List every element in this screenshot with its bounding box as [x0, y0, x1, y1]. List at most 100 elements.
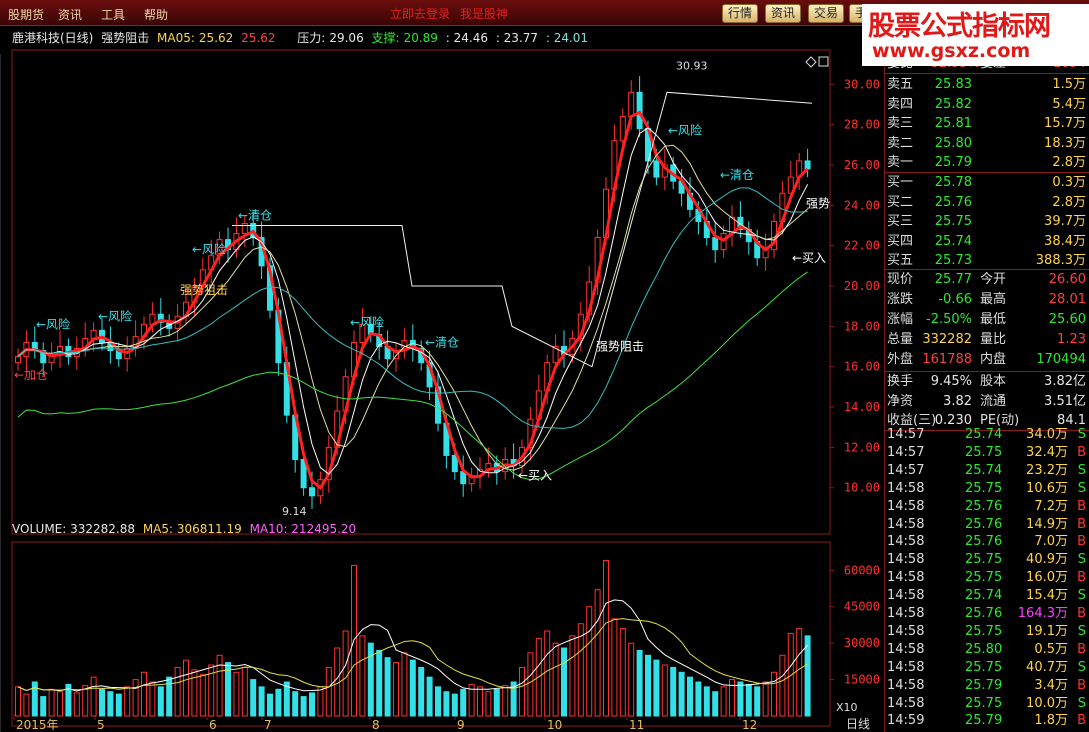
trade-volume: 14.9万 — [1026, 516, 1068, 532]
tab-trade[interactable]: 交易 — [808, 4, 845, 23]
volume-bar — [258, 686, 265, 717]
volume-bar — [359, 635, 366, 717]
volume-bar — [687, 676, 693, 717]
trade-row[interactable]: 14:59 25.79 1.8万 B — [885, 712, 1089, 730]
annotation-strong: 强势 — [806, 196, 830, 210]
volume-bar — [628, 642, 635, 717]
fundamental-label: 流通 — [980, 393, 1007, 409]
ask-level-row: 卖五 25.83 1.5万 — [885, 75, 1089, 94]
annotation-risk: ←风险 — [668, 123, 702, 138]
trade-price: 25.75 — [965, 659, 1003, 675]
ma05-value: 25.62 — [198, 31, 234, 45]
stat-label: 总量 — [887, 332, 914, 347]
price-tick-label: 28.00 — [844, 118, 880, 132]
line-value-4: : 23.77 — [495, 31, 539, 45]
fundamental-label: 净资 — [887, 393, 914, 409]
volume-bar — [527, 652, 534, 717]
stat-value: 28.01 — [1048, 292, 1086, 307]
fundamental-row: 净资 3.82 流通 3.51亿 — [885, 392, 1089, 411]
volume-bar — [586, 606, 593, 717]
volume-bar — [199, 674, 206, 717]
kline-chart[interactable]: 30.00 28.00 26.00 24.00 22.00 20.00 18.00 16.00… — [0, 26, 884, 732]
volume-bar — [645, 654, 651, 717]
stat-value: 1.23 — [1057, 332, 1086, 347]
menu-help[interactable]: 帮助 — [144, 6, 168, 23]
trade-row[interactable]: 14:58 25.76 164.3万 B — [885, 605, 1089, 623]
volume-bar — [409, 659, 416, 717]
volume-bar — [745, 683, 752, 717]
stock-god-link[interactable]: 我是股神 — [460, 5, 508, 22]
stock-name: 鹿港科技(日线) — [12, 31, 94, 45]
trade-time: 14:58 — [887, 552, 925, 568]
trade-row[interactable]: 14:58 25.76 7.0万 B — [885, 533, 1089, 551]
trade-volume: 32.4万 — [1026, 444, 1068, 460]
volume-bar — [115, 693, 122, 717]
price-tick-label: 22.00 — [844, 239, 880, 253]
trade-price: 25.80 — [965, 641, 1003, 657]
trade-flag: S — [1077, 695, 1086, 711]
volume-bar — [603, 560, 609, 717]
trade-flag: S — [1077, 552, 1086, 568]
bid-price: 25.76 — [934, 194, 972, 210]
x-tick-label: 6 — [209, 718, 217, 732]
stat-value: 170494 — [1036, 352, 1086, 367]
trade-flag: B — [1077, 516, 1086, 532]
trade-row[interactable]: 14:58 25.75 16.0万 B — [885, 569, 1089, 587]
volume-bar — [107, 691, 114, 717]
volume-bar — [804, 635, 811, 717]
low-marker: 9.14 — [282, 505, 307, 518]
chart-canvas[interactable]: 30.00 28.00 26.00 24.00 22.00 20.00 18.00 16.00… — [0, 26, 884, 732]
tab-quotes[interactable]: 行情 — [722, 4, 759, 23]
stat-value: 26.60 — [1048, 272, 1086, 287]
trade-row[interactable]: 14:58 25.75 40.9万 S — [885, 551, 1089, 569]
trade-volume: 34.0万 — [1026, 427, 1068, 442]
stat-row: 现价 25.77 今开 26.60 — [885, 270, 1089, 289]
volume-bar — [342, 630, 349, 717]
menu-tools[interactable]: 工具 — [101, 6, 125, 23]
menu-futures[interactable]: 股期货 — [8, 6, 44, 23]
volume-bar — [384, 657, 391, 717]
login-link[interactable]: 立即去登录 — [390, 5, 450, 22]
trade-row[interactable]: 14:58 25.76 7.2万 B — [885, 498, 1089, 516]
ask-level-label: 卖五 — [887, 77, 914, 92]
trade-row[interactable]: 14:57 25.74 23.2万 S — [885, 462, 1089, 480]
trade-volume: 7.2万 — [1034, 498, 1068, 514]
trade-row[interactable]: 14:58 25.74 15.4万 S — [885, 587, 1089, 605]
volume-bar — [367, 642, 374, 717]
pressure-value: 29.06 — [329, 31, 364, 45]
trade-row[interactable]: 14:58 25.75 10.0万 S — [885, 695, 1089, 713]
trade-row[interactable]: 14:58 25.75 40.7万 S — [885, 659, 1089, 677]
trade-row[interactable]: 14:58 25.76 14.9万 B — [885, 516, 1089, 534]
volume-bar — [267, 693, 273, 717]
bid-level-row: 买五 25.73 388.3万 — [885, 251, 1089, 270]
trade-row[interactable]: 14:58 25.80 0.5万 B — [885, 641, 1089, 659]
annotation-risk: ←风险 — [36, 316, 70, 331]
x-tick-label: 7 — [264, 718, 272, 732]
trade-row[interactable]: 14:57 25.74 34.0万 S — [885, 426, 1089, 444]
tab-news[interactable]: 资讯 — [765, 4, 802, 23]
high-marker: 30.93 — [676, 59, 708, 72]
stat-value: -2.50% — [926, 312, 972, 327]
volume-bar — [183, 659, 189, 717]
volume-bar — [577, 623, 584, 717]
bid-volume: 388.3万 — [1035, 253, 1086, 268]
trade-flag: B — [1077, 570, 1086, 586]
volume-bar — [569, 635, 576, 717]
volume-bar — [157, 686, 164, 717]
volume-bar — [15, 686, 21, 717]
trade-row[interactable]: 14:58 25.75 19.1万 S — [885, 623, 1089, 641]
trade-flag: B — [1077, 444, 1086, 460]
trade-row[interactable]: 14:58 25.79 3.4万 B — [885, 677, 1089, 695]
trade-row[interactable]: 14:57 25.75 32.4万 B — [885, 444, 1089, 462]
volume-bar — [48, 688, 55, 717]
trade-price: 25.75 — [965, 695, 1003, 711]
volume-bar — [99, 688, 105, 717]
ask-level-row: 卖一 25.79 2.8万 — [885, 153, 1089, 172]
ma05-value-2: 25.62 — [241, 31, 276, 45]
stat-label: 现价 — [887, 272, 914, 287]
trade-row[interactable]: 14:58 25.75 10.6万 S — [885, 480, 1089, 498]
menu-news[interactable]: 资讯 — [58, 6, 82, 23]
volume-bar — [771, 671, 777, 717]
trade-volume: 19.1万 — [1026, 623, 1068, 639]
annotation-risk: ←风险 — [98, 308, 132, 323]
